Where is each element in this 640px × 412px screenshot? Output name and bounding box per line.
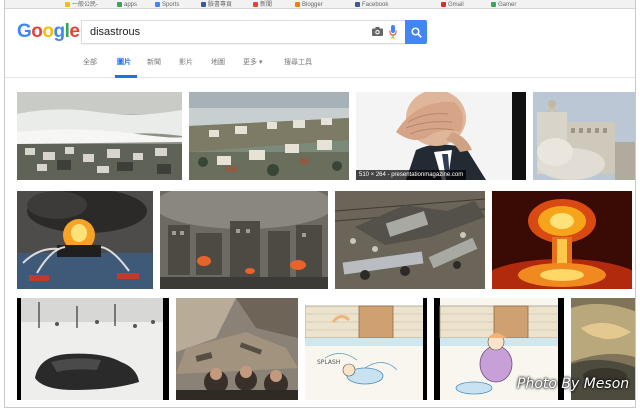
tab-maps[interactable]: 地圖 xyxy=(211,58,225,68)
search-query[interactable]: disastrous xyxy=(90,26,140,39)
image-result-facepalm[interactable]: 510 × 264 - presentationmagazine.com xyxy=(356,92,526,180)
image-dimensions-label: 510 × 264 - presentationmagazine.com xyxy=(356,170,467,180)
search-tabs: 全部 圖片 新聞 影片 地圖 更多 ▾ 搜尋工具 xyxy=(5,52,635,78)
image-result-oil-rig-fire[interactable] xyxy=(17,191,153,289)
tab-search-tools[interactable]: 搜尋工具 xyxy=(284,58,312,68)
tab-news[interactable]: 新聞 xyxy=(147,58,161,68)
bookmark-icon xyxy=(201,2,206,7)
image-result-wreckage-in-snow[interactable] xyxy=(17,298,169,400)
nuclear-explosion-image xyxy=(492,191,632,289)
logo-letter: g xyxy=(53,21,66,42)
bookmark-icon xyxy=(155,2,160,7)
tab-images[interactable]: 圖片 xyxy=(117,58,131,68)
logo-letter: o xyxy=(42,21,54,42)
image-result-burning-city[interactable] xyxy=(160,191,328,289)
bookmark-icon xyxy=(491,2,496,7)
bookmark-icon xyxy=(295,2,300,7)
bookmark-icon xyxy=(355,2,360,7)
bookmark-item[interactable]: Sports xyxy=(155,0,179,8)
image-result-tsunami-flood[interactable] xyxy=(17,92,182,180)
search-input[interactable]: disastrous xyxy=(81,20,405,44)
coastal-storm-damage-image xyxy=(189,92,349,180)
bookmark-icon xyxy=(117,2,122,7)
bookmark-item[interactable]: 一般公民- xyxy=(65,0,98,8)
cartoon-fall-1-image: SPLASH xyxy=(305,298,427,400)
logo-letter: e xyxy=(69,21,80,42)
wreckage-in-snow-image xyxy=(17,298,169,400)
bookmark-item[interactable]: Facebook xyxy=(355,0,388,8)
search-button[interactable] xyxy=(405,20,427,44)
tab-videos[interactable]: 影片 xyxy=(179,58,193,68)
image-result-cartoon-fall-1[interactable]: SPLASH xyxy=(305,298,427,400)
building-demolition-image xyxy=(533,92,635,180)
image-result-coastal-storm-damage[interactable] xyxy=(189,92,349,180)
tab-more[interactable]: 更多 ▾ xyxy=(243,58,262,68)
search-icon xyxy=(410,26,422,38)
oil-rig-fire-image xyxy=(17,191,153,289)
image-result-train-derailment[interactable] xyxy=(335,191,485,289)
active-tab-indicator xyxy=(115,75,137,78)
svg-text:SPLASH: SPLASH xyxy=(317,359,340,366)
bookmark-item[interactable]: Gmail xyxy=(441,0,464,8)
bookmark-item[interactable]: Gamer xyxy=(491,0,516,8)
camera-icon[interactable] xyxy=(372,27,383,36)
bookmarks-bar: 一般公民- apps Sports 臉書專頁 新聞 Blogger Facebo… xyxy=(5,0,635,9)
mic-icon[interactable] xyxy=(389,25,397,39)
earthquake-rubble-image xyxy=(176,298,298,400)
logo-letter: G xyxy=(17,21,32,42)
bookmark-icon xyxy=(253,2,258,7)
bookmark-icon xyxy=(65,2,70,7)
watermark-text: Photo By Meson xyxy=(517,376,630,392)
logo-letter: o xyxy=(31,21,43,42)
browser-frame: 一般公民- apps Sports 臉書專頁 新聞 Blogger Facebo… xyxy=(4,0,636,408)
tsunami-flood-image xyxy=(17,92,182,180)
google-logo[interactable]: Google xyxy=(17,21,80,43)
bookmark-icon xyxy=(441,2,446,7)
tab-all[interactable]: 全部 xyxy=(83,58,97,68)
bookmark-item[interactable]: apps xyxy=(117,0,137,8)
bookmark-item[interactable]: 新聞 xyxy=(253,0,272,8)
image-result-nuclear-explosion[interactable] xyxy=(492,191,632,289)
image-result-building-demolition[interactable] xyxy=(533,92,635,180)
bookmark-item[interactable]: 臉書專頁 xyxy=(201,0,232,8)
image-result-earthquake-rubble[interactable] xyxy=(176,298,298,400)
burning-city-image xyxy=(160,191,328,289)
bookmark-item[interactable]: Blogger xyxy=(295,0,323,8)
facepalm-image xyxy=(356,92,526,180)
image-results: 510 × 264 - presentationmagazine.com SPL… xyxy=(5,92,635,407)
train-derailment-image xyxy=(335,191,485,289)
